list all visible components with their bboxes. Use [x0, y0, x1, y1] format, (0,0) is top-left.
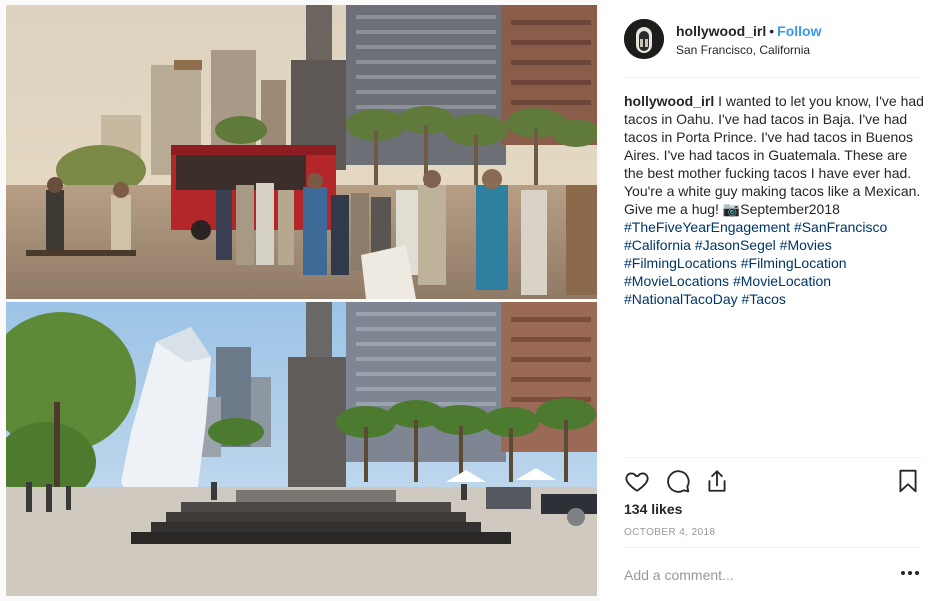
caption-text: I wanted to let you know, I've had tacos… — [624, 93, 928, 217]
movie-still-photo — [6, 5, 597, 299]
follow-button[interactable]: Follow — [777, 23, 821, 39]
hashtag-link[interactable]: #FilmingLocations — [624, 255, 737, 271]
post-media[interactable] — [0, 0, 600, 601]
comment-input[interactable] — [624, 565, 874, 585]
hashtag-link[interactable]: #California — [624, 237, 691, 253]
likes-count[interactable]: 134 likes — [624, 501, 682, 517]
hashtag-link[interactable]: #SanFrancisco — [794, 219, 887, 235]
post-side-panel: hollywood_irl • Follow San Francisco, Cali… — [610, 0, 935, 601]
location-today-photo — [6, 302, 597, 596]
hashtag-link[interactable]: #MovieLocations — [624, 273, 729, 289]
hashtag-link[interactable]: #Movies — [780, 237, 832, 253]
separator-dot: • — [769, 23, 775, 39]
action-bar — [624, 457, 921, 505]
post-caption: hollywood_irl I wanted to let you know, … — [624, 92, 924, 308]
comment-icon[interactable] — [665, 468, 691, 494]
hashtag-link[interactable]: #MovieLocation — [733, 273, 831, 289]
hashtag-link[interactable]: #Tacos — [742, 291, 786, 307]
more-options-icon[interactable] — [899, 562, 921, 584]
share-icon[interactable] — [704, 468, 730, 494]
bookmark-icon[interactable] — [895, 468, 921, 494]
hashtag-link[interactable]: #TheFiveYearEngagement — [624, 219, 790, 235]
caption-username[interactable]: hollywood_irl — [624, 93, 714, 109]
post-header: hollywood_irl • Follow San Francisco, Cali… — [624, 18, 921, 78]
comment-bar — [624, 547, 921, 601]
heart-icon[interactable] — [624, 468, 650, 494]
post-date: OCTOBER 4, 2018 — [624, 527, 716, 538]
hashtag-link[interactable]: #FilmingLocation — [741, 255, 847, 271]
hashtag-link[interactable]: #NationalTacoDay — [624, 291, 738, 307]
hashtag-list: #TheFiveYearEngagement #SanFrancisco #Ca… — [624, 218, 924, 308]
hashtag-link[interactable]: #JasonSegel — [695, 237, 776, 253]
user-line: hollywood_irl • Follow — [676, 23, 821, 39]
username-link[interactable]: hollywood_irl — [676, 23, 766, 39]
avatar[interactable] — [624, 19, 664, 59]
location-link[interactable]: San Francisco, California — [676, 43, 810, 57]
